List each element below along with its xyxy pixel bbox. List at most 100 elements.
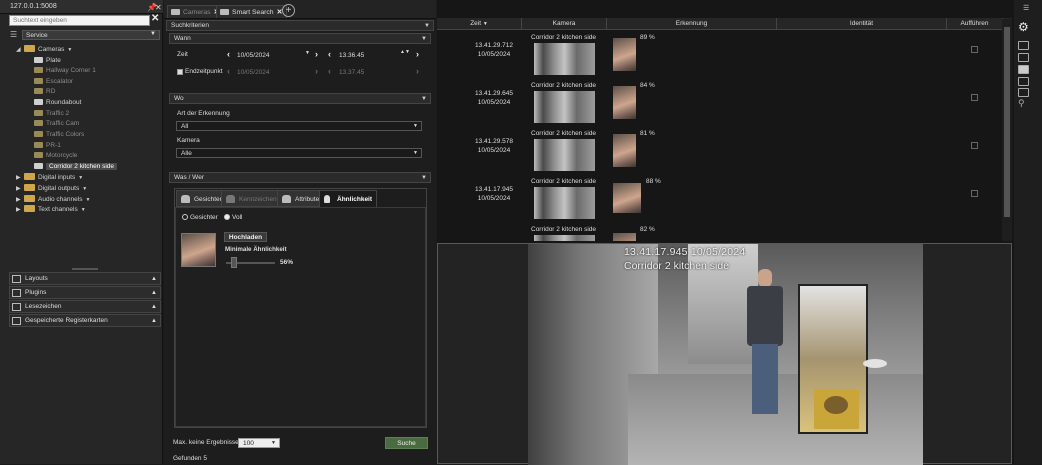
accordion-layouts[interactable]: Layouts ▲ — [9, 272, 161, 285]
detected-face[interactable] — [613, 134, 636, 167]
archive-icon[interactable] — [1018, 77, 1029, 86]
tree-item-camera[interactable]: Motorcycle — [34, 151, 77, 161]
clear-search-icon[interactable]: ✕ — [151, 13, 159, 24]
max-results-select[interactable]: 100 ▼ — [238, 438, 280, 448]
col-time[interactable]: Zeit ▼ — [437, 18, 522, 30]
accordion-saved-tabs[interactable]: Gespeicherte Registerkarten ▲ — [9, 314, 161, 327]
tree-item-camera[interactable]: Traffic Colors — [34, 130, 84, 140]
camera-thumbnail[interactable] — [534, 187, 595, 219]
chevron-down-icon[interactable]: ▼ — [81, 207, 86, 213]
section-where[interactable]: Wo ▼ — [169, 93, 431, 104]
gear-icon[interactable]: ⚙ — [1018, 20, 1029, 34]
tree-item-camera[interactable]: Escalator — [34, 77, 73, 87]
next-date-button[interactable]: › — [315, 49, 318, 59]
col-detection[interactable]: Erkennung — [607, 18, 777, 30]
camera-thumbnail[interactable] — [534, 91, 595, 123]
add-tab-icon[interactable]: + — [282, 4, 295, 17]
col-list[interactable]: Aufführen — [947, 18, 1003, 30]
time-spinner-icon[interactable]: ▲▼ — [400, 49, 410, 55]
chevron-down-icon[interactable]: ▼ — [67, 47, 72, 53]
tree-item-cameras[interactable]: ◢ Cameras ▼ — [16, 45, 72, 55]
detected-face[interactable] — [613, 233, 636, 241]
menu-icon[interactable]: ☰ — [1023, 4, 1029, 12]
search-input[interactable] — [9, 15, 150, 26]
tree-item-camera[interactable]: Plate — [34, 56, 61, 66]
camera-thumbnail[interactable] — [534, 139, 595, 171]
next-time-button[interactable]: › — [416, 49, 419, 59]
camera-thumbnail[interactable] — [534, 235, 595, 241]
tree-item-audio-channels[interactable]: ▶ Audio channels ▼ — [16, 195, 90, 205]
tab-faces[interactable]: Gesichter — [176, 190, 227, 207]
monitor-icon[interactable] — [1018, 88, 1029, 97]
date-field[interactable]: 10/05/2024 — [237, 52, 270, 59]
tree-item-camera[interactable]: Traffic 2 — [34, 109, 69, 119]
detected-face[interactable] — [613, 86, 636, 119]
video-frame[interactable]: 13.41.17.945 10/05/2024 Corridor 2 kitch… — [528, 244, 923, 465]
list-checkbox[interactable] — [971, 46, 978, 53]
expand-arrow-icon[interactable]: ▶ — [16, 173, 24, 183]
results-scrollbar[interactable] — [1002, 19, 1012, 241]
accordion-plugins[interactable]: Plugins ▲ — [9, 286, 161, 299]
accordion-bookmarks[interactable]: Lesezeichen ▲ — [9, 300, 161, 313]
tree-item-camera[interactable]: PR-1 — [34, 141, 61, 151]
tab-smart-search[interactable]: Smart Search ✕ — [216, 5, 288, 18]
export-icon[interactable] — [1018, 53, 1029, 62]
search-button[interactable]: Suche — [385, 437, 428, 449]
result-row[interactable]: Corridor 2 kitchen side 82 % — [437, 223, 1004, 241]
radio-body[interactable] — [224, 214, 230, 220]
section-when[interactable]: Wann ▼ — [169, 33, 431, 44]
list-checkbox[interactable] — [971, 94, 978, 101]
search-icon[interactable]: ⚲ — [1018, 98, 1025, 109]
camera-select[interactable]: Alle ▼ — [176, 148, 422, 158]
prev-date-button[interactable]: ‹ — [227, 49, 230, 59]
list-checkbox[interactable] — [971, 142, 978, 149]
prev-time-button[interactable]: ‹ — [328, 49, 331, 59]
tree-view-icon[interactable]: ☰ — [10, 30, 17, 39]
expand-arrow-icon[interactable]: ▶ — [16, 195, 24, 205]
result-row[interactable]: 13.41.29.645 10/05/2024 Corridor 2 kitche… — [437, 79, 1004, 127]
col-identity[interactable]: Identität — [777, 18, 947, 30]
tree-item-camera[interactable]: Traffic Cam — [34, 119, 79, 129]
endpoint-checkbox[interactable] — [177, 69, 183, 75]
detection-type-select[interactable]: All ▼ — [176, 121, 422, 131]
time-field[interactable]: 13.36.45 — [339, 52, 364, 59]
radio-faces[interactable] — [182, 214, 188, 220]
scrollbar-thumb[interactable] — [1004, 27, 1010, 217]
result-row[interactable]: 13.41.29.578 10/05/2024 Corridor 2 kitche… — [437, 127, 1004, 175]
tree-item-digital-inputs[interactable]: ▶ Digital inputs ▼ — [16, 173, 83, 183]
save-icon[interactable] — [1018, 65, 1029, 74]
tab-similarity[interactable]: Ähnlichkeit — [319, 190, 378, 207]
detected-face[interactable] — [613, 183, 641, 213]
expand-arrow-icon[interactable]: ◢ — [16, 45, 24, 55]
result-row[interactable]: 13.41.29.712 10/05/2024 Corridor 2 kitche… — [437, 31, 1004, 79]
bookmark-icon — [12, 303, 21, 311]
section-criteria[interactable]: Suchkriterien ▼ — [166, 20, 434, 31]
similarity-slider-handle[interactable] — [231, 257, 237, 268]
list-checkbox[interactable] — [971, 190, 978, 197]
tab-plates[interactable]: Kennzeichen — [221, 190, 282, 207]
video-player[interactable]: 13.41.17.945 10/05/2024 Corridor 2 kitch… — [437, 243, 1012, 465]
date-dropdown-icon[interactable]: ▼ — [305, 50, 310, 56]
col-camera[interactable]: Kamera — [522, 18, 607, 30]
result-row[interactable]: 13.41.17.945 10/05/2024 Corridor 2 kitche… — [437, 175, 1004, 223]
chevron-down-icon[interactable]: ▼ — [85, 197, 90, 203]
camera-thumbnail[interactable] — [534, 43, 595, 75]
panel-splitter[interactable] — [72, 268, 98, 270]
tab-attributes[interactable]: Attribute — [277, 190, 325, 207]
expand-arrow-icon[interactable]: ▶ — [16, 205, 24, 215]
tree-item-camera[interactable]: Hallway Corner 1 — [34, 66, 96, 76]
tree-item-camera[interactable]: Roundabout — [34, 98, 81, 108]
tree-item-camera[interactable]: RD — [34, 87, 55, 97]
close-icon[interactable]: ✕ — [155, 3, 162, 12]
chevron-down-icon[interactable]: ▼ — [82, 186, 87, 192]
section-who[interactable]: Was / Wer ▼ — [169, 172, 431, 183]
upload-button[interactable]: Hochladen — [224, 232, 267, 242]
service-select[interactable]: Service ▼ — [22, 30, 160, 40]
chevron-down-icon[interactable]: ▼ — [78, 175, 83, 181]
tree-item-text-channels[interactable]: ▶ Text channels ▼ — [16, 205, 86, 215]
layout-icon[interactable] — [1018, 41, 1029, 50]
tree-item-digital-outputs[interactable]: ▶ Digital outputs ▼ — [16, 184, 87, 194]
detected-face[interactable] — [613, 38, 636, 71]
expand-arrow-icon[interactable]: ▶ — [16, 184, 24, 194]
tree-item-camera-selected[interactable]: Corridor 2 kitchen side — [34, 162, 118, 172]
